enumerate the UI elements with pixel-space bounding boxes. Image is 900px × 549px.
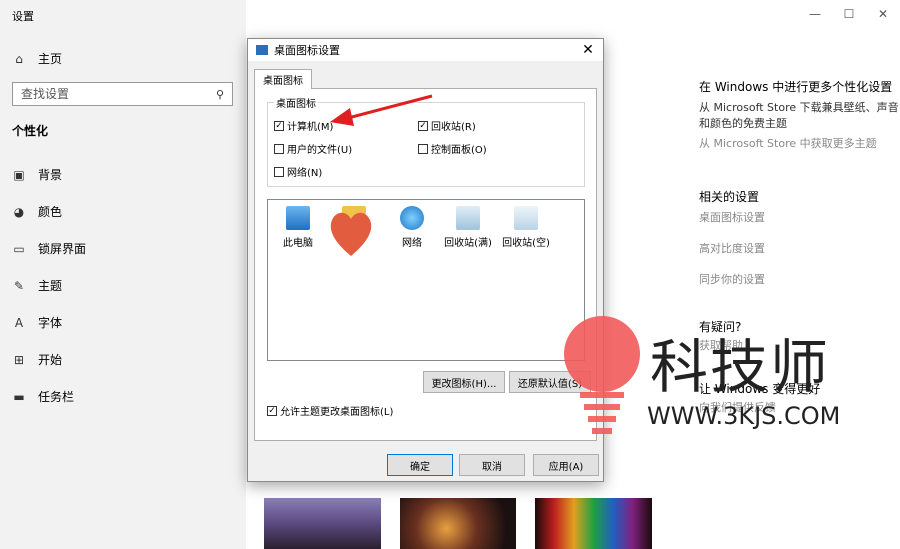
sidebar-item-colors[interactable]: ◕ 颜色 bbox=[12, 193, 86, 230]
search-input[interactable] bbox=[21, 87, 216, 101]
checkbox-box[interactable] bbox=[274, 166, 284, 177]
font-icon: A bbox=[14, 315, 24, 330]
watermark-url: WWW.3KJS.COM bbox=[647, 402, 841, 430]
checkbox-box[interactable] bbox=[418, 143, 428, 154]
store-link[interactable]: 从 Microsoft Store 下载兼具壁纸、声音和颜色的免费主题 bbox=[699, 100, 899, 132]
sidebar-item-fonts[interactable]: A 字体 bbox=[12, 304, 86, 341]
home-icon: ⌂ bbox=[15, 51, 23, 66]
sidebar-item-label: 颜色 bbox=[38, 205, 63, 219]
settings-sidebar: 设置 ⌂ 主页 ⚲ 个性化 ▣ 背景 ◕ 颜色 ▭ 锁屏界面 ✎ 主题 A 字体… bbox=[0, 0, 246, 549]
store-more-link[interactable]: 从 Microsoft Store 中获取更多主题 bbox=[699, 136, 899, 152]
search-box[interactable]: ⚲ bbox=[12, 82, 233, 106]
theme-thumbnail[interactable] bbox=[535, 498, 652, 549]
search-icon[interactable]: ⚲ bbox=[216, 88, 224, 101]
palette-icon: ◕ bbox=[13, 204, 25, 219]
store-heading: 在 Windows 中进行更多个性化设置 bbox=[699, 80, 893, 94]
checkbox-label: 回收站(R) bbox=[431, 122, 476, 133]
tab-desktop-icons[interactable]: 桌面图标 bbox=[254, 69, 312, 89]
checkbox-box[interactable]: ✓ bbox=[274, 120, 284, 131]
desktop-icon-label: 此电脑 bbox=[283, 238, 313, 249]
desktop-icon-label: 回收站(空) bbox=[502, 238, 550, 249]
sidebar-item-label: 开始 bbox=[38, 353, 63, 367]
sidebar-item-label: 任务栏 bbox=[38, 390, 75, 404]
desktop-icons-group: 桌面图标 ✓ 计算机(M) ✓ 回收站(R) 用户的文件(U) 控制面板(O) … bbox=[267, 95, 585, 187]
theme-thumbnail[interactable] bbox=[264, 498, 381, 549]
section-title: 个性化 bbox=[12, 124, 49, 138]
checkbox-box[interactable]: ✓ bbox=[418, 120, 428, 131]
nav-home[interactable]: ⌂ 主页 bbox=[12, 50, 62, 67]
sidebar-item-label: 字体 bbox=[38, 316, 63, 330]
brush-icon: ✎ bbox=[13, 278, 25, 293]
related-high-contrast-link[interactable]: 高对比度设置 bbox=[699, 241, 899, 257]
sidebar-item-taskbar[interactable]: ▬ 任务栏 bbox=[12, 378, 86, 415]
checkbox-box[interactable] bbox=[274, 143, 284, 154]
checkbox-recycle-bin[interactable]: ✓ 回收站(R) bbox=[418, 118, 476, 133]
checkbox-label: 允许主题更改桌面图标(L) bbox=[280, 407, 394, 418]
dialog-close-button[interactable]: ✕ bbox=[579, 41, 597, 59]
picture-icon: ▣ bbox=[13, 167, 25, 182]
nav-home-label: 主页 bbox=[38, 52, 63, 66]
desktop-icon-network[interactable]: 网络 bbox=[384, 206, 440, 249]
checkbox-control-panel[interactable]: 控制面板(O) bbox=[418, 141, 487, 156]
checkbox-label: 控制面板(O) bbox=[431, 145, 487, 156]
heart-sticker bbox=[330, 212, 372, 256]
change-icon-button[interactable]: 更改图标(H)... bbox=[423, 371, 505, 393]
desktop-icon-settings-dialog: 桌面图标设置 ✕ 桌面图标 桌面图标 ✓ 计算机(M) ✓ 回收站(R) 用户的… bbox=[247, 38, 604, 482]
sidebar-item-start[interactable]: ⊞ 开始 bbox=[12, 341, 86, 378]
recycle-bin-empty-icon bbox=[514, 206, 538, 230]
checkbox-label: 网络(N) bbox=[287, 168, 323, 179]
checkbox-label: 计算机(M) bbox=[287, 122, 334, 133]
dialog-titlebar: 桌面图标设置 ✕ bbox=[248, 39, 603, 61]
related-heading: 相关的设置 bbox=[699, 190, 760, 204]
desktop-icon-label: 网络 bbox=[402, 238, 422, 249]
related-desktop-icons-link[interactable]: 桌面图标设置 bbox=[699, 210, 899, 226]
desktop-icon-label: 回收站(满) bbox=[444, 238, 492, 249]
minimize-button[interactable]: — bbox=[798, 0, 832, 28]
icon-list: 此电脑 网络 回收站(满) 回收站(空) bbox=[267, 199, 585, 361]
dialog-title: 桌面图标设置 bbox=[274, 44, 340, 57]
close-button[interactable]: ✕ bbox=[866, 0, 900, 28]
sidebar-item-lockscreen[interactable]: ▭ 锁屏界面 bbox=[12, 230, 86, 267]
tab-panel: 桌面图标 ✓ 计算机(M) ✓ 回收站(R) 用户的文件(U) 控制面板(O) … bbox=[254, 88, 597, 441]
sidebar-item-label: 锁屏界面 bbox=[38, 242, 87, 256]
checkbox-user-files[interactable]: 用户的文件(U) bbox=[274, 141, 352, 156]
lock-screen-icon: ▭ bbox=[13, 241, 25, 256]
sidebar-item-themes[interactable]: ✎ 主题 bbox=[12, 267, 86, 304]
apply-button[interactable]: 应用(A) bbox=[533, 454, 599, 476]
monitor-icon bbox=[256, 45, 268, 55]
desktop-icon-this-pc[interactable]: 此电脑 bbox=[270, 206, 326, 249]
recycle-bin-full-icon bbox=[456, 206, 480, 230]
group-label: 桌面图标 bbox=[274, 95, 318, 110]
watermark-brand: 科技师 bbox=[650, 333, 831, 401]
ok-button[interactable]: 确定 bbox=[387, 454, 453, 476]
maximize-button[interactable]: ☐ bbox=[832, 0, 866, 28]
desktop-icon-recycle-full[interactable]: 回收站(满) bbox=[440, 206, 496, 249]
theme-thumbnail[interactable] bbox=[400, 498, 516, 549]
desktop-icon-recycle-empty[interactable]: 回收站(空) bbox=[498, 206, 554, 249]
start-icon: ⊞ bbox=[13, 352, 25, 367]
cancel-button[interactable]: 取消 bbox=[459, 454, 525, 476]
checkbox-allow-themes[interactable]: ✓ 允许主题更改桌面图标(L) bbox=[267, 403, 393, 418]
sidebar-item-background[interactable]: ▣ 背景 bbox=[12, 156, 86, 193]
checkbox-box[interactable]: ✓ bbox=[267, 405, 277, 416]
related-sync-link[interactable]: 同步你的设置 bbox=[699, 272, 899, 288]
network-icon bbox=[400, 206, 424, 230]
sidebar-item-label: 背景 bbox=[38, 168, 63, 182]
checkbox-computer[interactable]: ✓ 计算机(M) bbox=[274, 118, 333, 133]
window-controls: — ☐ ✕ bbox=[798, 0, 900, 28]
nav-list: ▣ 背景 ◕ 颜色 ▭ 锁屏界面 ✎ 主题 A 字体 ⊞ 开始 ▬ 任务栏 bbox=[12, 156, 86, 415]
restore-default-button[interactable]: 还原默认值(S) bbox=[509, 371, 591, 393]
computer-icon bbox=[286, 206, 310, 230]
checkbox-label: 用户的文件(U) bbox=[287, 145, 353, 156]
checkbox-network[interactable]: 网络(N) bbox=[274, 164, 322, 179]
app-title: 设置 bbox=[12, 10, 34, 23]
sidebar-item-label: 主题 bbox=[38, 279, 63, 293]
taskbar-icon: ▬ bbox=[13, 389, 25, 404]
